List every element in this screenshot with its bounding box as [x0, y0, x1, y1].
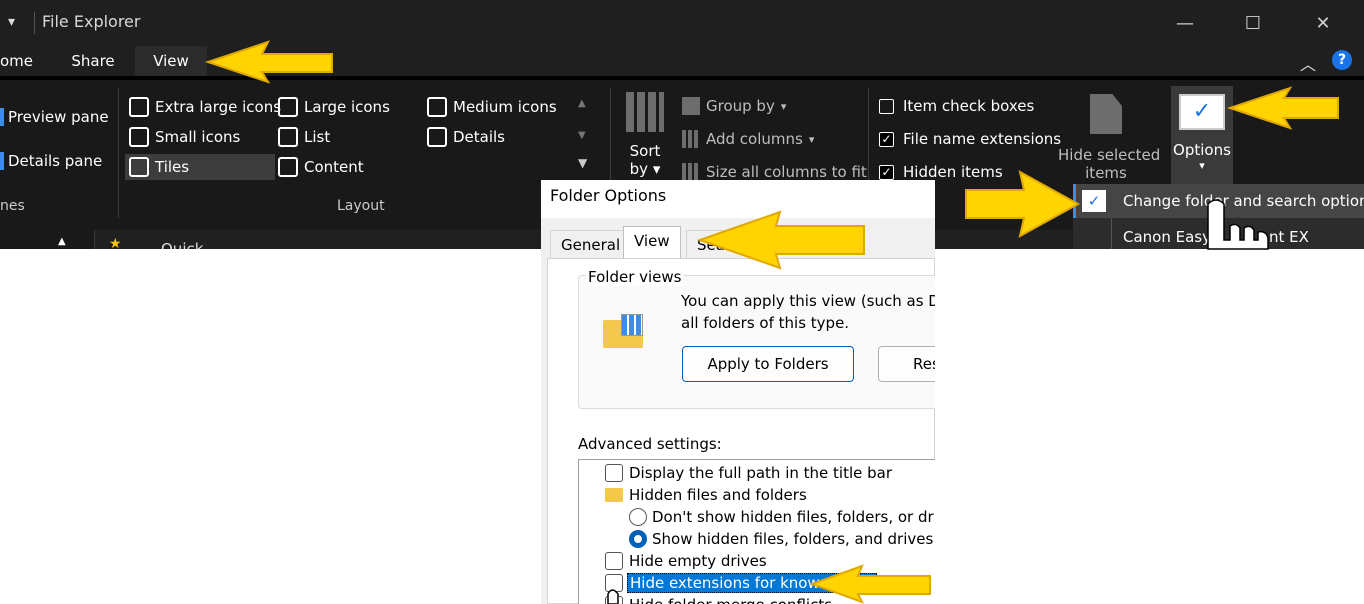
collapse-ribbon-icon[interactable]: ︿: [1300, 51, 1316, 75]
gallery-more-icon[interactable]: ▼: [578, 156, 587, 170]
title-bar: ▾ File Explorer — ☐ ✕: [0, 0, 1364, 46]
view-tab-page: Folder views You can apply this view (su…: [547, 258, 935, 604]
options-dropdown: ✓ Change folder and search options Canon…: [1073, 184, 1364, 249]
dialog-title-bar: Folder Options: [541, 180, 935, 218]
divider: [118, 88, 119, 218]
close-button[interactable]: ✕: [1300, 0, 1346, 46]
gallery-scroll-down-icon[interactable]: ▼: [578, 130, 586, 141]
layout-large-icons[interactable]: Large icons: [278, 94, 390, 120]
options-button[interactable]: ✓ Options ▾: [1171, 86, 1233, 186]
details-pane-button[interactable]: Details pane: [0, 148, 102, 174]
layout-small-icons[interactable]: Small icons: [129, 124, 240, 150]
group-by-icon: [682, 97, 700, 115]
caret-down-icon: ▾: [808, 132, 815, 146]
layout-group-label: Layout: [337, 198, 385, 214]
small-icons-icon: [129, 127, 149, 147]
tab-view-dialog[interactable]: View: [623, 226, 681, 259]
sort-by-line2: by ▾: [629, 160, 661, 178]
tab-home[interactable]: ome: [0, 46, 40, 76]
folder-icon: [605, 488, 623, 502]
preview-pane-button[interactable]: Preview pane: [0, 104, 109, 130]
add-columns-icon: [682, 130, 700, 148]
hidden-items-checkbox[interactable]: ✓: [879, 164, 894, 180]
gallery-scroll-up-icon[interactable]: ▲: [578, 98, 586, 109]
panes-group-label: nes: [0, 198, 25, 214]
tiles-icon: [129, 157, 149, 177]
hide-merge-conflicts-checkbox[interactable]: [605, 596, 623, 604]
content-icon: [278, 157, 298, 177]
hide-extensions-option[interactable]: Hide extensions for known types: [605, 572, 877, 594]
show-hidden-option[interactable]: Show hidden files, folders, and drives: [629, 528, 933, 550]
tab-general[interactable]: General: [550, 230, 632, 259]
quick-access-item[interactable]: Quick: [161, 240, 203, 249]
item-check-boxes-toggle[interactable]: Item check boxes: [879, 94, 1034, 118]
change-folder-options-item[interactable]: ✓ Change folder and search options: [1073, 184, 1364, 218]
star-icon: ★: [109, 236, 122, 249]
advanced-settings-label: Advanced settings:: [578, 435, 722, 453]
layout-list[interactable]: List: [278, 124, 330, 150]
hide-extensions-label: Hide extensions for known types: [627, 573, 877, 593]
minimize-button[interactable]: —: [1162, 0, 1208, 46]
details-pane-icon: [0, 152, 4, 170]
layout-tiles[interactable]: Tiles: [125, 154, 275, 180]
add-columns-button[interactable]: Add columns ▾: [682, 127, 814, 151]
display-full-path-option[interactable]: Display the full path in the title bar: [605, 462, 892, 484]
folder-views-icon: [603, 314, 643, 348]
dialog-title: Folder Options: [550, 186, 667, 205]
hidden-files-folder-node: Hidden files and folders: [605, 484, 807, 506]
dont-show-hidden-radio[interactable]: [629, 508, 647, 526]
help-icon[interactable]: ?: [1332, 50, 1352, 70]
layout-medium-icons[interactable]: Medium icons: [427, 94, 557, 120]
group-by-button[interactable]: Group by ▾: [682, 94, 786, 118]
hide-selected-icon: [1090, 94, 1122, 134]
display-full-path-checkbox[interactable]: [605, 464, 623, 482]
options-icon: ✓: [1179, 94, 1225, 130]
menu-separator: [1111, 218, 1112, 249]
medium-icons-icon: [427, 97, 447, 117]
layout-details[interactable]: Details: [427, 124, 505, 150]
title-separator: [34, 12, 35, 34]
ribbon-tabs: ome Share View ︿ ?: [0, 46, 1364, 76]
layout-extra-large-icons[interactable]: Extra large icons: [129, 94, 281, 120]
details-icon: [427, 127, 447, 147]
sort-by-button[interactable]: Sort by ▾: [622, 92, 668, 178]
quick-access-dropdown-icon[interactable]: ▾: [8, 14, 15, 30]
folder-views-legend: Folder views: [586, 268, 684, 286]
layout-content[interactable]: Content: [278, 154, 364, 180]
hide-selected-items-button[interactable]: Hide selected items: [1058, 94, 1160, 182]
folder-options-check-icon: ✓: [1082, 190, 1106, 212]
show-hidden-radio[interactable]: [629, 530, 647, 548]
sort-icon: [626, 92, 664, 132]
hide-empty-drives-checkbox[interactable]: [605, 552, 623, 570]
hide-empty-drives-option[interactable]: Hide empty drives: [605, 550, 767, 572]
window-title: File Explorer: [42, 12, 141, 31]
expand-arrow-icon[interactable]: ▲: [58, 236, 66, 247]
folder-options-dialog: Folder Options General View Search Folde…: [541, 180, 935, 604]
hide-extensions-checkbox[interactable]: [605, 574, 623, 592]
hide-merge-conflicts-option[interactable]: Hide folder merge conflicts: [605, 594, 832, 604]
tab-view[interactable]: View: [135, 46, 207, 76]
caret-down-icon: ▾: [1199, 159, 1205, 172]
large-icons-icon: [278, 97, 298, 117]
file-name-extensions-toggle[interactable]: ✓ File name extensions: [879, 127, 1061, 151]
preview-pane-icon: [0, 108, 4, 126]
layout-gallery: Extra large icons Large icons Medium ico…: [125, 90, 575, 184]
tab-search[interactable]: Search: [686, 230, 760, 259]
tab-share[interactable]: Share: [64, 46, 122, 76]
file-name-extensions-checkbox[interactable]: ✓: [879, 131, 894, 147]
dont-show-hidden-option[interactable]: Don't show hidden files, folders, or dri…: [629, 506, 935, 528]
advanced-settings-list: Display the full path in the title bar H…: [578, 459, 935, 604]
apply-to-folders-button[interactable]: Apply to Folders: [682, 346, 854, 382]
folder-views-group: Folder views You can apply this view (su…: [578, 268, 935, 409]
maximize-button[interactable]: ☐: [1230, 0, 1276, 46]
canon-easy-photoprint-item[interactable]: Canon Easy- nt EX: [1073, 218, 1364, 249]
size-columns-icon: [682, 163, 700, 181]
list-icon: [278, 127, 298, 147]
item-check-boxes-checkbox[interactable]: [879, 98, 894, 114]
extra-large-icons-icon: [129, 97, 149, 117]
caret-down-icon: ▾: [780, 99, 787, 113]
reset-folders-button[interactable]: Res: [878, 346, 935, 382]
